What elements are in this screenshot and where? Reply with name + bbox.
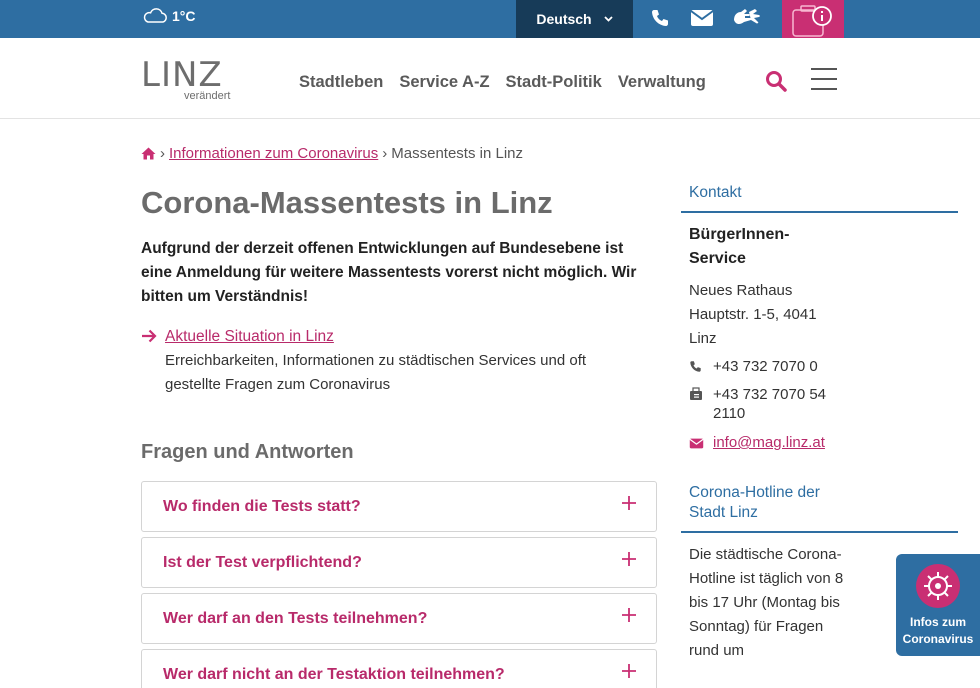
email-link[interactable]: info@mag.linz.at <box>713 434 825 451</box>
language-selector[interactable]: Deutsch <box>516 0 633 38</box>
faq-heading: Fragen und Antworten <box>141 441 354 463</box>
faq-item[interactable]: Ist der Test verpflichtend? <box>141 537 657 588</box>
plus-icon <box>622 552 636 566</box>
logo-word: LINZ <box>141 55 223 95</box>
email-row: info@mag.linz.at <box>689 431 841 455</box>
logo-subtitle: verändert <box>184 90 231 102</box>
phone-icon[interactable] <box>650 8 670 28</box>
breadcrumb-current: Massentests in Linz <box>391 145 523 162</box>
site-header: LINZ verändert Stadtleben Service A-Z St… <box>0 38 980 119</box>
search-icon[interactable] <box>765 70 787 92</box>
faq-item[interactable]: Wo finden die Tests statt? <box>141 481 657 532</box>
situation-link-description: Erreichbarkeiten, Informationen zu städt… <box>165 352 587 393</box>
phone-icon <box>690 361 701 372</box>
service-name: BürgerInnen-Service <box>689 226 790 267</box>
nav-stadtleben[interactable]: Stadtleben <box>299 73 383 92</box>
faq-question: Ist der Test verpflichtend? <box>163 554 362 571</box>
related-link: Aktuelle Situation in Linz Erreichbarkei… <box>141 325 661 397</box>
plus-icon <box>622 608 636 622</box>
faq-item[interactable]: Wer darf an den Tests teilnehmen? <box>141 593 657 644</box>
mail-icon <box>689 438 704 449</box>
fax-row: +43 732 7070 54 2110 <box>689 385 839 423</box>
mail-icon[interactable] <box>690 9 714 27</box>
nav-stadt-politik[interactable]: Stadt-Politik <box>506 73 602 92</box>
linz-logo[interactable]: LINZ verändert <box>141 58 236 102</box>
address: Neues Rathaus Hauptstr. 1-5, 4041 Linz <box>689 282 817 347</box>
hamburger-menu-icon[interactable] <box>811 68 837 90</box>
situation-link[interactable]: Aktuelle Situation in Linz <box>165 328 334 345</box>
fax-icon <box>690 387 702 400</box>
home-icon[interactable] <box>141 147 156 160</box>
phone-number[interactable]: +43 732 7070 0 <box>713 358 818 375</box>
faq-question: Wer darf nicht an der Testaktion teilneh… <box>163 666 505 683</box>
contact-title: Kontakt <box>681 183 958 213</box>
virus-icon <box>916 564 960 608</box>
intro-text: Aufgrund der derzeit offenen Entwicklung… <box>141 240 637 305</box>
arrow-right-icon <box>142 329 157 343</box>
sign-language-icon[interactable] <box>731 6 763 30</box>
hotline-text: Die städtische Corona-Hotline ist täglic… <box>689 546 844 659</box>
faq-item[interactable]: Wer darf nicht an der Testaktion teilneh… <box>141 649 657 688</box>
plus-icon <box>622 496 636 510</box>
breadcrumb-link-coronavirus[interactable]: Informationen zum Coronavirus <box>169 145 378 162</box>
nav-service-a-z[interactable]: Service A-Z <box>399 73 489 92</box>
chevron-down-icon <box>603 16 613 22</box>
top-bar: 1°C Deutsch <box>0 0 980 46</box>
main-content: Corona-Massentests in Linz Aufgrund der … <box>141 183 661 480</box>
language-label: Deutsch <box>536 11 592 27</box>
corona-info-label: Infos zum Coronavirus <box>902 615 974 646</box>
faq-question: Wer darf an den Tests teilnehmen? <box>163 610 428 627</box>
breadcrumb: › Informationen zum Coronavirus › Massen… <box>141 145 523 162</box>
nav-verwaltung[interactable]: Verwaltung <box>618 73 706 92</box>
contact-box: Kontakt BürgerInnen-Service Neues Rathau… <box>681 183 958 455</box>
page-title: Corona-Massentests in Linz <box>141 185 553 220</box>
corona-info-button[interactable]: Infos zum Coronavirus <box>896 554 980 656</box>
plus-icon <box>622 664 636 678</box>
fax-number: +43 732 7070 54 2110 <box>713 386 827 422</box>
phone-row: +43 732 7070 0 <box>689 355 841 379</box>
hotline-title: Corona-Hotline der Stadt Linz <box>681 483 958 533</box>
contact-body: BürgerInnen-Service Neues Rathaus Haupts… <box>681 213 841 455</box>
temperature: 1°C <box>172 8 196 24</box>
faq-question: Wo finden die Tests statt? <box>163 498 361 515</box>
cloud-icon <box>143 8 167 23</box>
main-nav: Stadtleben Service A-Z Stadt-Politik Ver… <box>299 73 706 92</box>
weather-widget[interactable]: 1°C <box>142 8 196 24</box>
